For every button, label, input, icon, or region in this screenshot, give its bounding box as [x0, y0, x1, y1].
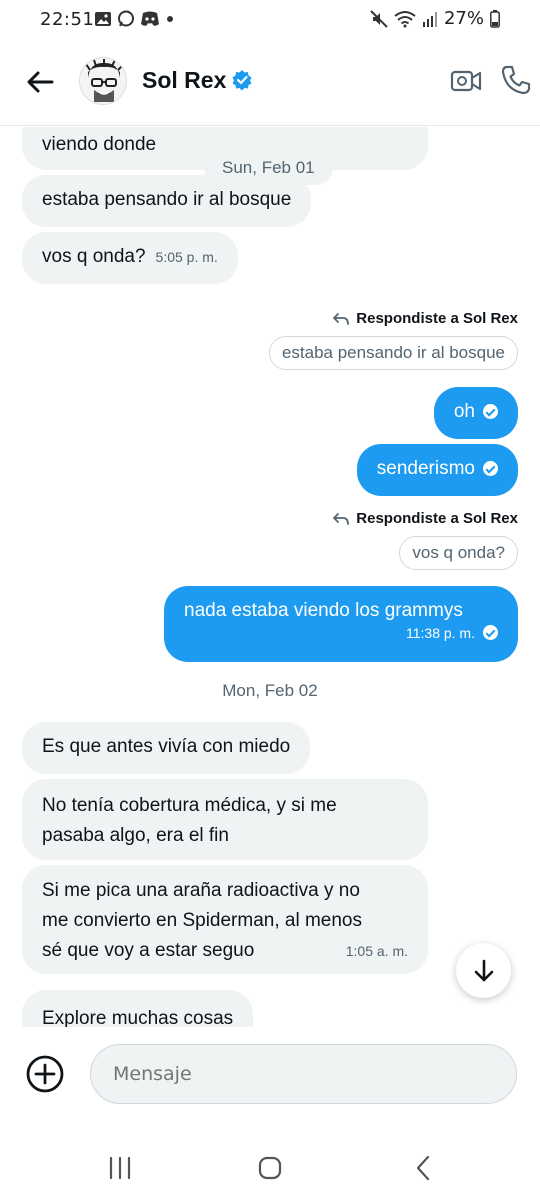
message-text-line: me convierto en Spiderman, al menos: [42, 910, 362, 931]
back-arrow-icon[interactable]: [22, 64, 58, 100]
message-incoming[interactable]: No tenía cobertura médica, y si me pasab…: [22, 779, 428, 860]
add-attachment-icon[interactable]: [25, 1054, 65, 1094]
avatar[interactable]: [79, 57, 127, 105]
home-icon[interactable]: [258, 1156, 282, 1180]
image-icon: [95, 12, 111, 26]
reply-label-text: Respondiste a Sol Rex: [356, 310, 518, 327]
mute-icon: [370, 9, 388, 28]
message-incoming[interactable]: Explore muchas cosas: [22, 990, 254, 1027]
message-time: 1:05 a. m.: [345, 943, 408, 959]
scroll-to-bottom-button[interactable]: [456, 943, 511, 998]
message-incoming[interactable]: Si me pica una araña radioactiva y no me…: [22, 865, 428, 974]
arrow-down-icon: [474, 959, 493, 981]
message-outgoing[interactable]: oh: [433, 387, 518, 439]
date-chip: Sun, Feb 01: [204, 151, 333, 185]
chat-icon: [118, 10, 134, 27]
reply-indicator: Respondiste a Sol Rex: [332, 510, 518, 527]
read-check-icon: [483, 461, 498, 477]
video-call-icon[interactable]: [450, 67, 482, 95]
conversation-header: Sol Rex: [0, 40, 540, 126]
system-status: 27%: [370, 8, 500, 29]
reply-icon: [333, 512, 350, 525]
message-incoming[interactable]: Es que antes vivía con miedo: [22, 722, 311, 774]
system-navigation-bar: [0, 1140, 540, 1200]
battery-icon: [490, 9, 500, 28]
message-text-line: No tenía cobertura médica, y si me: [42, 795, 337, 816]
reply-label-text: Respondiste a Sol Rex: [356, 510, 518, 527]
message-text: Explore muchas cosas: [42, 1008, 234, 1027]
battery-percent: 27%: [443, 8, 484, 29]
message-text: nada estaba viendo los grammys: [184, 600, 463, 621]
reply-icon: [333, 312, 350, 325]
reply-indicator: Respondiste a Sol Rex: [332, 310, 518, 327]
message-text-line: Si me pica una araña radioactiva y no: [42, 880, 360, 901]
signal-icon: [422, 11, 437, 27]
contact-name[interactable]: Sol Rex: [142, 67, 226, 94]
message-text: senderismo: [376, 458, 475, 479]
message-time: 5:05 p. m.: [155, 249, 218, 265]
phone-icon[interactable]: [500, 64, 532, 96]
message-list[interactable]: viendo donde estaba pensando ir al bosqu…: [0, 127, 540, 1027]
read-check-icon: [483, 404, 498, 420]
message-time: 11:38 p. m.: [405, 625, 475, 641]
quoted-message[interactable]: vos q onda?: [399, 536, 518, 570]
wifi-icon: [394, 10, 416, 27]
recents-icon[interactable]: [107, 1156, 133, 1180]
message-input[interactable]: [90, 1044, 517, 1104]
nav-back-icon[interactable]: [413, 1155, 433, 1181]
message-text: estaba pensando ir al bosque: [42, 189, 292, 210]
status-time: 22:51: [40, 9, 95, 30]
message-outgoing[interactable]: senderismo: [356, 444, 518, 496]
avatar-illustration: [80, 58, 126, 104]
read-check-icon: [483, 625, 498, 641]
quoted-message[interactable]: estaba pensando ir al bosque: [268, 336, 518, 370]
notification-icons: [94, 10, 175, 28]
dot-icon: [167, 16, 173, 22]
date-separator: Mon, Feb 02: [222, 681, 318, 700]
message-text: oh: [453, 401, 475, 422]
message-text-line: sé que voy a estar seguo: [42, 940, 255, 961]
message-text: viendo donde: [42, 134, 157, 155]
status-bar: 22:51 27%: [0, 0, 540, 40]
message-text: Es que antes vivía con miedo: [42, 736, 291, 757]
message-incoming[interactable]: vos q onda? 5:05 p. m.: [22, 232, 238, 284]
message-text: vos q onda?: [42, 246, 146, 267]
message-outgoing[interactable]: nada estaba viendo los grammys 11:38 p. …: [164, 586, 518, 662]
verified-badge-icon: [232, 70, 252, 91]
composer: [0, 1027, 540, 1127]
message-text-line: pasaba algo, era el fin: [42, 825, 229, 846]
discord-icon: [141, 11, 159, 26]
